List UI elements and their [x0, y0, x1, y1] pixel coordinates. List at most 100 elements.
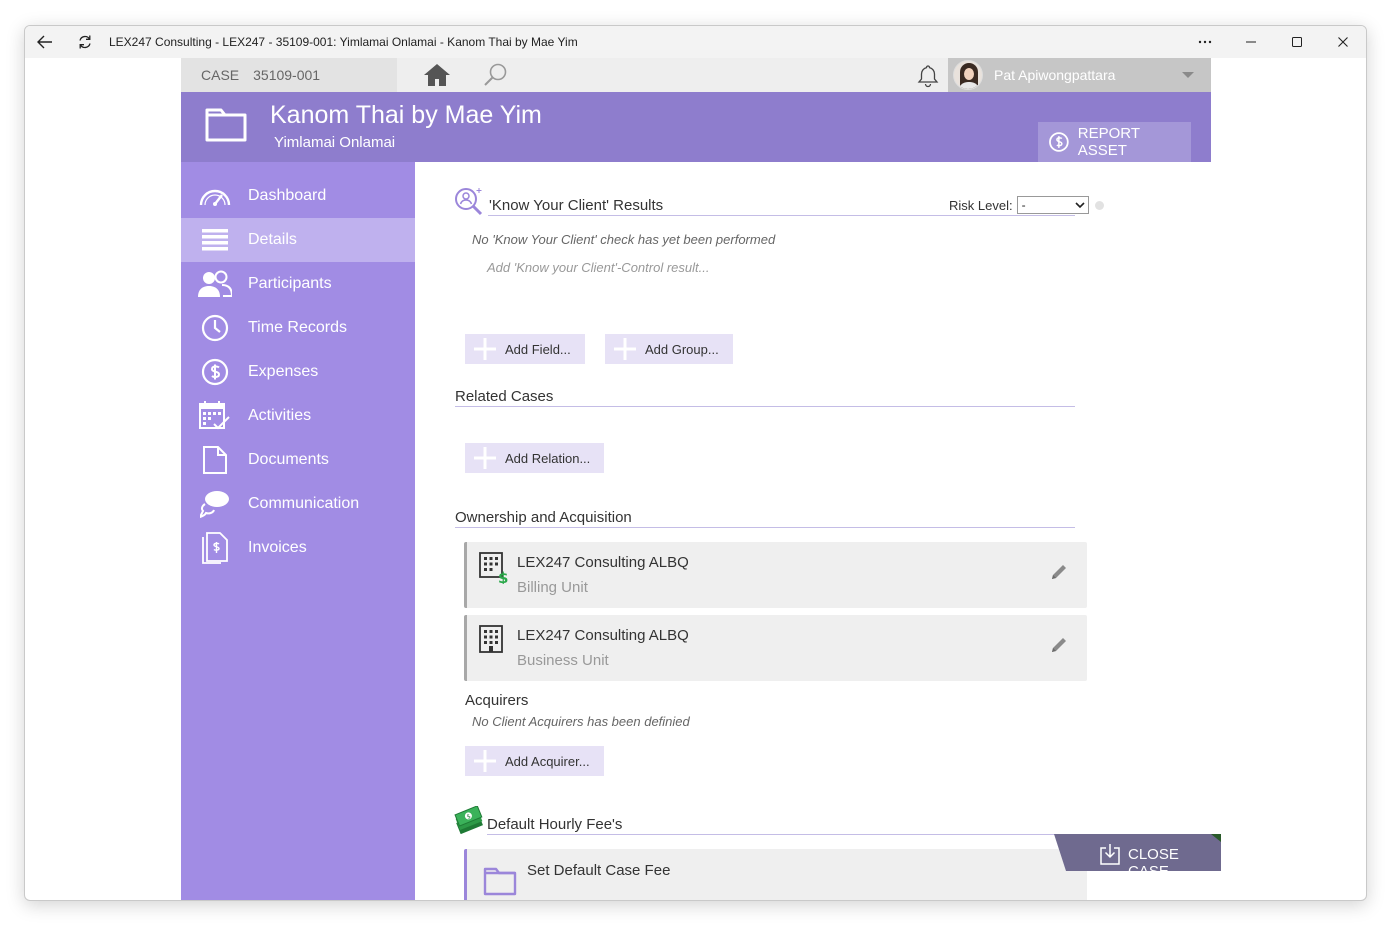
sidebar-item-label: Invoices — [248, 539, 307, 556]
sidebar-item-details[interactable]: Details — [181, 218, 415, 262]
clock-icon — [201, 314, 228, 342]
sidebar-item-dashboard[interactable]: Dashboard — [181, 174, 415, 218]
page-title: Kanom Thai by Mae Yim — [270, 101, 542, 129]
page-subtitle: Yimlamai Onlamai — [274, 134, 396, 151]
sidebar-item-label: Participants — [248, 275, 332, 292]
sidebar-item-communication[interactable]: Communication — [181, 482, 415, 526]
plus-icon — [614, 338, 636, 360]
sidebar-item-label: Expenses — [248, 363, 319, 380]
case-number: 35109-001 — [253, 67, 321, 83]
sidebar-item-label: Dashboard — [248, 187, 327, 204]
risk-level-label: Risk Level: — [949, 197, 1013, 213]
back-button[interactable] — [25, 26, 65, 58]
close-case-label: CLOSE CASE — [1128, 846, 1179, 880]
document-icon — [202, 446, 227, 474]
maximize-icon — [1292, 37, 1302, 47]
add-relation-label: Add Relation... — [505, 450, 591, 466]
details-content: 'Know Your Client' Results Risk Level: -… — [415, 162, 1211, 900]
close-window-button[interactable] — [1320, 26, 1366, 58]
title-bar: LEX247 Consulting - LEX247 - 35109-001: … — [25, 26, 1366, 58]
search-icon — [484, 63, 507, 86]
back-arrow-icon — [37, 35, 52, 49]
refresh-icon — [79, 35, 91, 49]
home-icon — [424, 64, 450, 86]
minimize-button[interactable] — [1228, 26, 1274, 58]
user-menu[interactable]: Pat Apiwongpattara — [948, 58, 1211, 92]
sidebar-item-participants[interactable]: Participants — [181, 262, 415, 306]
search-button[interactable] — [483, 63, 509, 92]
dollar-circle-icon — [1049, 132, 1069, 152]
user-name: Pat Apiwongpattara — [994, 67, 1116, 83]
folder-icon — [483, 866, 517, 900]
kyc-title: 'Know Your Client' Results — [489, 197, 664, 214]
sidebar-item-label: Time Records — [248, 319, 347, 336]
bell-icon — [917, 65, 939, 88]
set-default-fee-card[interactable]: Set Default Case Fee — [464, 849, 1087, 900]
ownership-title: Ownership and Acquisition — [455, 509, 632, 526]
card-title: LEX247 Consulting ALBQ — [517, 554, 689, 571]
speech-bubble-icon — [199, 491, 229, 518]
pencil-icon — [1052, 638, 1066, 652]
app-content: CASE 35109-001 Pat Apiwongpattara Kanom … — [181, 58, 1211, 900]
add-relation-button[interactable]: Add Relation... — [465, 443, 605, 473]
chevron-down-icon — [1182, 72, 1194, 78]
sidebar: Dashboard Details Participants Time Reco… — [181, 162, 415, 900]
case-label: CASE — [201, 67, 240, 83]
sidebar-item-invoices[interactable]: Invoices — [181, 526, 415, 570]
risk-status-dot — [1094, 200, 1104, 210]
card-title: Set Default Case Fee — [527, 862, 671, 879]
card-subtitle: Billing Unit — [517, 579, 588, 596]
maximize-button[interactable] — [1274, 26, 1320, 58]
pencil-icon — [1052, 565, 1066, 579]
billing-unit-card[interactable]: $ LEX247 Consulting ALBQ Billing Unit — [464, 542, 1087, 608]
card-title: LEX247 Consulting ALBQ — [517, 627, 689, 644]
list-icon — [201, 229, 228, 251]
acquirers-title: Acquirers — [465, 692, 529, 709]
report-asset-label: REPORT ASSET — [1077, 125, 1140, 159]
gauge-icon — [199, 189, 230, 206]
no-acquirers-text: No Client Acquirers has been definied — [472, 714, 690, 729]
more-button[interactable] — [1182, 26, 1228, 58]
case-header: Kanom Thai by Mae Yim Yimlamai Onlamai R… — [181, 92, 1211, 162]
plus-icon — [474, 447, 496, 469]
close-case-button[interactable]: CLOSE CASE — [1054, 834, 1221, 880]
default-fees-title: Default Hourly Fee's — [487, 816, 623, 833]
plus-icon — [474, 750, 496, 772]
risk-level-select[interactable]: - — [1016, 196, 1089, 214]
close-icon — [1338, 37, 1348, 47]
kyc-add-result-input[interactable]: Add 'Know your Client'-Control result... — [487, 260, 709, 275]
ownership-divider — [455, 527, 1075, 528]
case-number-box: CASE 35109-001 — [181, 58, 397, 92]
refresh-button[interactable] — [65, 26, 105, 58]
add-group-button[interactable]: Add Group... — [605, 334, 733, 364]
sidebar-item-label: Documents — [248, 451, 329, 468]
home-button[interactable] — [423, 63, 451, 92]
sidebar-item-label: Activities — [248, 407, 312, 424]
sidebar-item-expenses[interactable]: Expenses — [181, 350, 415, 394]
people-icon — [197, 270, 232, 297]
plus-icon — [474, 338, 496, 360]
folder-icon — [205, 104, 247, 147]
minimize-icon — [1246, 41, 1256, 43]
download-icon — [1100, 844, 1120, 865]
notifications-button[interactable] — [916, 64, 940, 93]
report-asset-button[interactable]: REPORT ASSET — [1038, 122, 1191, 162]
sidebar-item-activities[interactable]: Activities — [181, 394, 415, 438]
sidebar-item-time-records[interactable]: Time Records — [181, 306, 415, 350]
card-subtitle: Business Unit — [517, 652, 609, 669]
kyc-no-check-text: No 'Know Your Client' check has yet been… — [472, 232, 776, 247]
building-dollar-icon: $ — [479, 552, 509, 589]
add-field-button[interactable]: Add Field... — [465, 334, 585, 364]
edit-button[interactable] — [1049, 635, 1069, 660]
risk-level-value: - — [1021, 198, 1026, 212]
sidebar-item-label: Details — [248, 231, 297, 248]
avatar — [953, 60, 983, 90]
more-icon — [1198, 40, 1212, 44]
svg-text:$: $ — [498, 569, 508, 584]
kyc-search-icon — [453, 186, 485, 223]
add-acquirer-button[interactable]: Add Acquirer... — [465, 746, 604, 776]
business-unit-card[interactable]: LEX247 Consulting ALBQ Business Unit — [464, 615, 1087, 681]
edit-button[interactable] — [1049, 562, 1069, 587]
app-window: LEX247 Consulting - LEX247 - 35109-001: … — [24, 25, 1367, 901]
sidebar-item-documents[interactable]: Documents — [181, 438, 415, 482]
